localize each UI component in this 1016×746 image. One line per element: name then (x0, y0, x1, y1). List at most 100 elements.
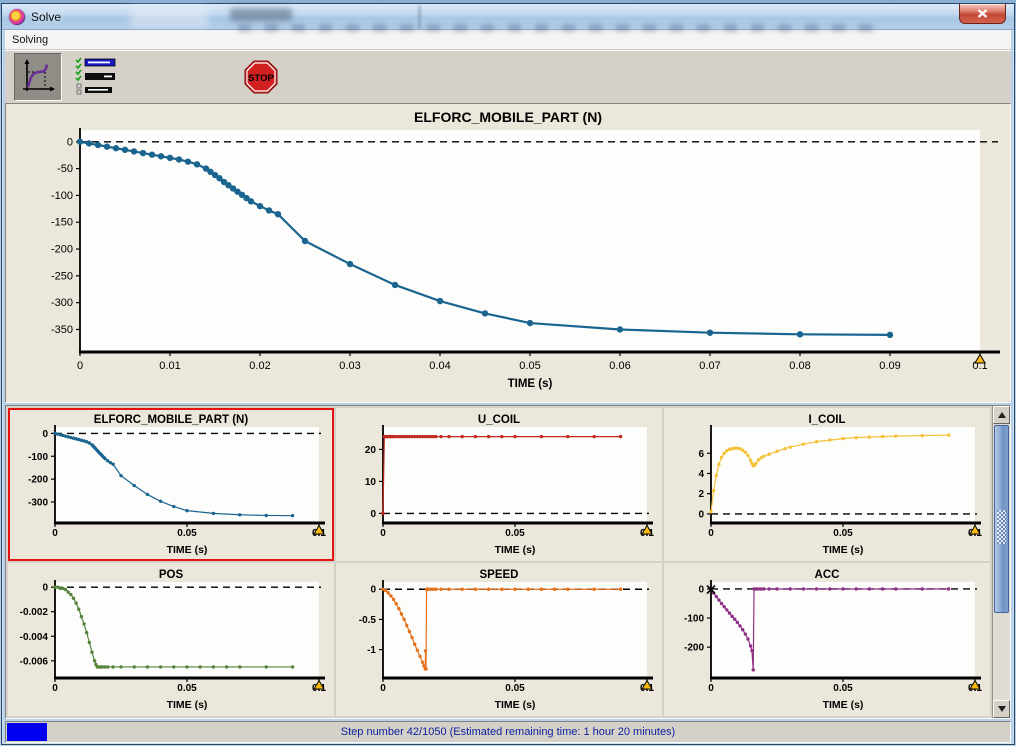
thumbnail-panel: 0-100-200-30000.050.1ELFORC_MOBILE_PART … (5, 405, 1011, 719)
thumbnail-speed[interactable]: 0-0.5-100.050.1SPEEDTIME (s) (336, 563, 662, 716)
svg-text:6: 6 (698, 448, 704, 459)
chart-elforc: 0-100-200-30000.050.1ELFORC_MOBILE_PART … (11, 412, 331, 558)
chart-speed: 0-0.5-100.050.1SPEEDTIME (s) (339, 567, 659, 713)
svg-text:0.05: 0.05 (833, 683, 853, 694)
svg-text:0.09: 0.09 (879, 360, 900, 372)
thumbnail-elforc[interactable]: 0-100-200-30000.050.1ELFORC_MOBILE_PART … (8, 408, 334, 561)
svg-text:0.05: 0.05 (833, 528, 853, 539)
svg-text:-0.006: -0.006 (20, 656, 49, 667)
scrollbar-thumb[interactable] (994, 425, 1009, 613)
svg-text:-100: -100 (51, 190, 73, 202)
svg-text:0.03: 0.03 (339, 360, 360, 372)
thumbnail-pos[interactable]: 0-0.002-0.004-0.00600.050.1POSTIME (s) (8, 563, 334, 716)
stop-button[interactable]: STOP (244, 60, 278, 94)
svg-text:-150: -150 (51, 217, 73, 229)
svg-text:-350: -350 (51, 324, 73, 336)
svg-text:0: 0 (42, 582, 48, 593)
screen: { "window": { "title": "Solve" }, "menu"… (0, 0, 1016, 746)
main-chart-panel: 0 -50 -100 -150 -200 -250 -300 -350 0 0.01 0.02 0.0… (5, 103, 1011, 403)
svg-text:0: 0 (698, 584, 704, 595)
stop-label: STOP (248, 73, 274, 84)
svg-text:0.04: 0.04 (429, 360, 450, 372)
svg-text:TIME (s): TIME (s) (495, 544, 536, 556)
chart-pos: 0-0.002-0.004-0.00600.050.1POSTIME (s) (11, 567, 331, 713)
svg-text:-1: -1 (367, 645, 376, 656)
svg-text:0.02: 0.02 (249, 360, 270, 372)
app-icon (9, 9, 25, 25)
svg-text:I_COIL: I_COIL (808, 414, 845, 426)
svg-text:TIME (s): TIME (s) (167, 699, 208, 711)
curve-chart-icon (19, 58, 57, 96)
status-bar: Step number 42/1050 (Estimated remaining… (5, 721, 1011, 743)
svg-text:-200: -200 (684, 642, 704, 653)
svg-text:0: 0 (380, 528, 386, 539)
close-icon (977, 9, 988, 18)
scroll-down-icon (998, 706, 1006, 712)
scroll-up-icon (998, 412, 1006, 418)
svg-text:ACC: ACC (815, 569, 840, 581)
chart-elforc-main: 0 -50 -100 -150 -200 -250 -300 -350 0 0.01 0.02 0.0… (8, 106, 1008, 400)
scroll-down-button[interactable] (993, 700, 1010, 718)
svg-text:0: 0 (708, 528, 714, 539)
svg-text:-200: -200 (51, 244, 73, 256)
svg-text:0.05: 0.05 (519, 360, 540, 372)
thumbnail-u_coil[interactable]: 0102000.050.1U_COILTIME (s) (336, 408, 662, 561)
svg-text:-200: -200 (28, 474, 48, 485)
menu-item-solving[interactable]: Solving (5, 32, 55, 48)
curve-display-button[interactable] (14, 53, 62, 101)
svg-text:TIME (s): TIME (s) (495, 699, 536, 711)
svg-text:0: 0 (370, 508, 376, 519)
svg-text:-250: -250 (51, 270, 73, 282)
svg-text:ELFORC_MOBILE_PART (N): ELFORC_MOBILE_PART (N) (414, 109, 602, 125)
scrollbar-track[interactable] (993, 614, 1010, 700)
thumbnail-grid: 0-100-200-30000.050.1ELFORC_MOBILE_PART … (6, 406, 992, 718)
solve-window: Solve Solving (1, 3, 1015, 745)
background-window-glimpse (230, 8, 292, 21)
window-title: Solve (31, 10, 61, 24)
thumbnail-acc[interactable]: 0-100-20000.050.1ACCTIME (s) (664, 563, 990, 716)
svg-text:20: 20 (365, 444, 377, 455)
chart-u_coil: 0102000.050.1U_COILTIME (s) (339, 412, 659, 558)
toolbar: STOP (5, 50, 1011, 103)
svg-text:0: 0 (380, 683, 386, 694)
svg-text:0: 0 (42, 428, 48, 439)
chart-i_coil: 024600.050.1I_COILTIME (s) (667, 412, 987, 558)
svg-text:-300: -300 (51, 297, 73, 309)
svg-text:0: 0 (77, 360, 83, 372)
svg-text:0.05: 0.05 (177, 528, 197, 539)
svg-text:0.05: 0.05 (505, 683, 525, 694)
svg-text:ELFORC_MOBILE_PART (N): ELFORC_MOBILE_PART (N) (94, 414, 249, 426)
svg-text:TIME (s): TIME (s) (823, 699, 864, 711)
vertical-scrollbar[interactable] (992, 406, 1010, 718)
chart-acc: 0-100-20000.050.1ACCTIME (s) (667, 567, 987, 713)
svg-text:2: 2 (698, 489, 704, 500)
svg-text:-100: -100 (684, 613, 704, 624)
thumbnail-i_coil[interactable]: 024600.050.1I_COILTIME (s) (664, 408, 990, 561)
svg-text:0.05: 0.05 (177, 683, 197, 694)
svg-text:0: 0 (67, 136, 73, 148)
curve-list-button[interactable] (70, 54, 122, 100)
title-bar[interactable]: Solve (2, 4, 1014, 30)
svg-text:0.06: 0.06 (609, 360, 630, 372)
svg-text:-0.004: -0.004 (20, 631, 49, 642)
scroll-up-button[interactable] (993, 406, 1010, 424)
svg-text:POS: POS (159, 569, 184, 581)
svg-text:0: 0 (370, 584, 376, 595)
svg-text:0: 0 (52, 528, 58, 539)
svg-text:-300: -300 (28, 497, 48, 508)
svg-text:TIME (s): TIME (s) (508, 378, 553, 390)
background-window-glimpse (418, 5, 421, 29)
svg-text:-0.5: -0.5 (359, 614, 377, 625)
svg-text:0: 0 (52, 683, 58, 694)
background-window-glimpse (130, 6, 208, 28)
svg-text:0.05: 0.05 (505, 528, 525, 539)
svg-text:4: 4 (698, 468, 704, 479)
svg-text:-50: -50 (57, 163, 73, 175)
svg-text:0: 0 (708, 683, 714, 694)
svg-text:-100: -100 (28, 451, 48, 462)
svg-text:TIME (s): TIME (s) (167, 544, 208, 556)
svg-text:0.01: 0.01 (159, 360, 180, 372)
status-text: Step number 42/1050 (Estimated remaining… (6, 722, 1010, 742)
close-button[interactable] (959, 4, 1006, 24)
scrollbar-grip (997, 510, 1006, 544)
